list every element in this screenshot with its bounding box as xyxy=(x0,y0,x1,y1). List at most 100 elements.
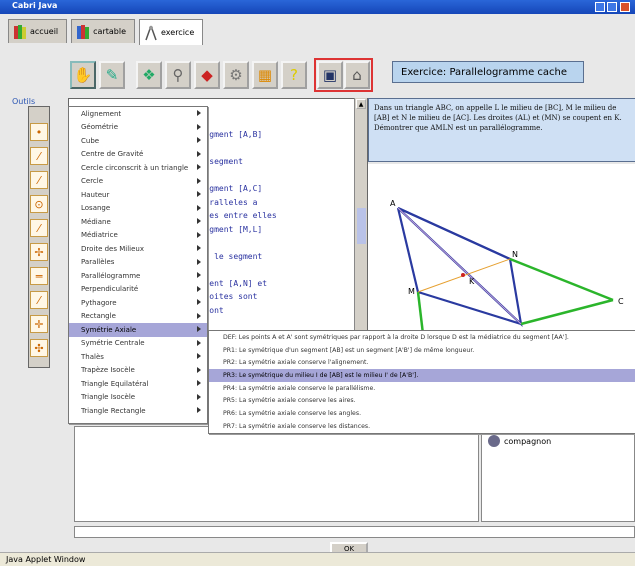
ray-icon: ⁄ xyxy=(38,221,40,235)
menu-item[interactable]: Hauteur xyxy=(69,188,207,202)
submenu-arrow-icon xyxy=(197,137,201,143)
menu-item[interactable]: Parallélogramme xyxy=(69,269,207,283)
menu-item[interactable]: Alignement xyxy=(69,107,207,121)
maximize-button[interactable] xyxy=(607,2,617,12)
tab-cartable[interactable]: cartable xyxy=(71,19,135,43)
chart-icon: ▦ xyxy=(257,66,273,84)
submenu-item[interactable]: PR7: La symétrie axiale conserve les dis… xyxy=(209,420,635,433)
chart-button[interactable]: ▦ xyxy=(252,61,278,89)
menu-item[interactable]: Triangle Rectangle xyxy=(69,404,207,418)
submenu-item[interactable]: PR4: La symétrie axiale conserve le para… xyxy=(209,382,635,395)
menu-item[interactable]: Parallèles xyxy=(69,256,207,270)
submenu-arrow-icon xyxy=(197,407,201,413)
submenu-item[interactable]: DEF: Les points A et A' sont symétriques… xyxy=(209,331,635,344)
segment-AN xyxy=(397,206,511,261)
menu-item[interactable]: Perpendicularité xyxy=(69,283,207,297)
circle-icon: ⊙ xyxy=(34,197,44,211)
menu-item[interactable]: Triangle Equilatéral xyxy=(69,377,207,391)
parallel-icon: ═ xyxy=(35,269,43,283)
menu-item[interactable]: Cercle circonscrit à un triangle xyxy=(69,161,207,175)
scroll-up-button[interactable]: ▲ xyxy=(356,99,366,109)
help-button[interactable]: ? xyxy=(281,61,307,89)
companion-item[interactable]: compagnon xyxy=(488,435,551,447)
exercise-statement: Dans un triangle ABC, on appelle L le mi… xyxy=(368,98,635,162)
submenu-arrow-icon xyxy=(197,110,201,116)
tab-accueil[interactable]: accueil xyxy=(8,19,68,43)
book-button[interactable]: ❖ xyxy=(136,61,162,89)
menu-item[interactable]: Losange xyxy=(69,202,207,216)
bisector-icon: ✛ xyxy=(34,317,44,331)
submenu-item[interactable]: PR3: Le symétrique du milieu I de [AB] e… xyxy=(209,369,635,382)
menu-item-label: Cercle xyxy=(81,177,104,186)
menu-item[interactable]: Symétrie Centrale xyxy=(69,337,207,351)
submenu-item[interactable]: PR5: La symétrie axiale conserve les air… xyxy=(209,394,635,407)
close-button[interactable] xyxy=(620,2,630,12)
status-bar: Java Applet Window xyxy=(0,552,635,566)
menu-item[interactable]: Centre de Gravité xyxy=(69,148,207,162)
message-area[interactable] xyxy=(74,426,479,522)
menu-item-label: Cube xyxy=(81,136,100,145)
minimize-button[interactable] xyxy=(595,2,605,12)
submenu-arrow-icon xyxy=(197,204,201,211)
save-button[interactable]: ▣ xyxy=(317,61,343,89)
label-K: K xyxy=(469,277,475,286)
submenu-item[interactable]: PR2: La symétrie axiale conserve l'align… xyxy=(209,356,635,369)
ray-tool[interactable]: ⁄ xyxy=(30,219,48,237)
tab-exercice[interactable]: exercice xyxy=(139,19,204,45)
submenu-arrow-icon xyxy=(197,218,201,224)
submenu-item[interactable]: PR6: La symétrie axiale conserve les ang… xyxy=(209,407,635,420)
menu-item[interactable]: Trapèze Isocèle xyxy=(69,364,207,378)
geometry-figure[interactable]: A N M K C xyxy=(368,164,635,334)
menu-item[interactable]: Droite des Milieux xyxy=(69,242,207,256)
tools-label: Outils xyxy=(12,97,36,106)
menu-item[interactable]: Cercle xyxy=(69,175,207,189)
line-tool[interactable]: ⁄ xyxy=(30,171,48,189)
midpoint-tool[interactable]: ⁄ xyxy=(30,291,48,309)
menu-item[interactable]: Rectangle xyxy=(69,310,207,324)
submenu-arrow-icon xyxy=(197,339,201,346)
point-K[interactable] xyxy=(461,273,465,277)
segment-MB xyxy=(416,291,425,334)
perpendicular-tool[interactable]: ✢ xyxy=(30,243,48,261)
perpendicular-icon: ✢ xyxy=(34,245,44,259)
menu-item-label: Parallèles xyxy=(81,258,115,267)
menu-item[interactable]: Médiane xyxy=(69,215,207,229)
menu-item[interactable]: Triangle Isocèle xyxy=(69,391,207,405)
tools-palette: • ⁄ ⁄ ⊙ ⁄ ✢ ═ ⁄ ✛ ✣ xyxy=(28,106,50,368)
scroll-thumb[interactable] xyxy=(357,208,366,244)
parallel-tool[interactable]: ═ xyxy=(30,267,48,285)
tab-label: accueil xyxy=(30,27,59,36)
wrench-icon: ⚙ xyxy=(229,66,243,84)
segment-tool[interactable]: ⁄ xyxy=(30,147,48,165)
menu-item[interactable]: Pythagore xyxy=(69,296,207,310)
menu-item-label: Losange xyxy=(81,204,111,213)
menu-item[interactable]: Cube xyxy=(69,134,207,148)
home-button[interactable]: ⌂ xyxy=(344,61,370,89)
menu-item[interactable]: Géométrie xyxy=(69,121,207,135)
submenu-arrow-icon xyxy=(197,177,201,184)
submenu-arrow-icon xyxy=(197,191,201,197)
label-C: C xyxy=(618,297,624,306)
symmetry-tool[interactable]: ✣ xyxy=(30,339,48,357)
brush-tool-button[interactable]: ✎ xyxy=(99,61,125,89)
menu-item[interactable]: Symétrie Axiale xyxy=(69,323,207,337)
menu-item[interactable]: Médiatrice xyxy=(69,229,207,243)
submenu-arrow-icon xyxy=(197,150,201,157)
submenu-item[interactable]: PR1: Le symétrique d'un segment [AB] est… xyxy=(209,344,635,357)
menu-item[interactable]: Thalès xyxy=(69,350,207,364)
tools-button[interactable]: ⚙ xyxy=(223,61,249,89)
hand-icon: ✋ xyxy=(73,66,93,84)
segment-CL xyxy=(520,298,614,326)
compass-icon xyxy=(145,25,157,40)
point-tool[interactable]: • xyxy=(30,123,48,141)
hand-tool-button[interactable]: ✋ xyxy=(70,61,96,89)
circle-tool[interactable]: ⊙ xyxy=(30,195,48,213)
menu-item-label: Perpendicularité xyxy=(81,285,139,294)
menu-item-label: Parallélogramme xyxy=(81,271,141,280)
eraser-button[interactable]: ◆ xyxy=(194,61,220,89)
companion-label: compagnon xyxy=(504,436,552,446)
tab-label: exercice xyxy=(161,28,195,37)
bisector-tool[interactable]: ✛ xyxy=(30,315,48,333)
command-input[interactable] xyxy=(74,526,635,538)
compass-button[interactable]: ⚲ xyxy=(165,61,191,89)
